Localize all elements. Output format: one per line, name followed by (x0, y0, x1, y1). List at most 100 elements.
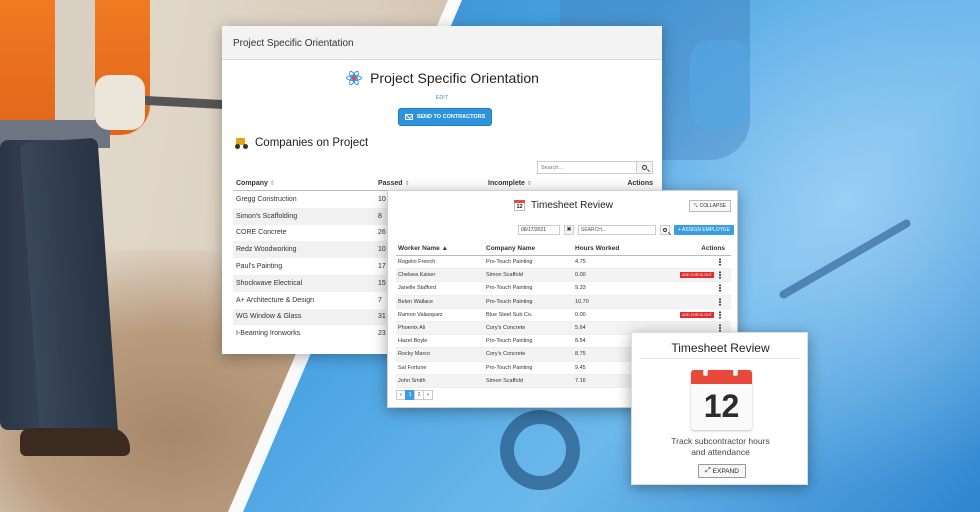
company-name: Pro-Touch Painting (486, 259, 533, 266)
worker-vest-stripe (55, 0, 95, 130)
search-icon (642, 165, 647, 170)
worker-name: Hazel Boyle (398, 338, 428, 345)
more-actions-icon[interactable] (719, 258, 721, 267)
timesheet-table-header: Worker Name ▲ Company Name Hours Worked … (396, 241, 731, 256)
calendar-icon: 12 (691, 370, 752, 430)
background-worker-arm (690, 40, 750, 130)
hours-worked: 0.00 (575, 311, 586, 318)
hours-worked: 9.33 (575, 285, 586, 292)
atom-icon (345, 69, 363, 87)
sort-icon: ⇕ (404, 181, 410, 187)
calendar-ring (703, 370, 708, 376)
sort-icon: ⇕ (526, 181, 532, 187)
add-check-out-button[interactable]: ADD CHECK-OUT (680, 311, 714, 318)
company-name: Shockwave Electrical (236, 279, 303, 287)
worker-name: Belen Wallace (398, 298, 433, 305)
company-name: Paul's Painting (236, 263, 283, 271)
hours-worked: 4.75 (575, 259, 586, 266)
widget-description-line: Track subcontractor hours (671, 436, 770, 446)
calendar-day: 12 (703, 388, 740, 424)
pagination-next[interactable]: » (423, 390, 433, 400)
more-actions-icon[interactable] (719, 310, 721, 319)
more-actions-icon[interactable] (719, 324, 721, 333)
company-name: Redz Woodworking (236, 246, 297, 254)
column-header-passed[interactable]: Passed ⇕ (378, 180, 488, 187)
more-actions-icon[interactable] (719, 297, 721, 306)
company-name: Pro-Touch Painting (486, 285, 533, 292)
collapse-button[interactable]: ⤡ COLLAPSE (688, 200, 731, 212)
company-name: WG Window & Glass (236, 313, 302, 321)
timesheet-heading: Timesheet Review (531, 200, 613, 211)
timesheet-widget-card: Timesheet Review 12 Track subcontractor … (631, 332, 808, 485)
company-name: CORE Concrete (236, 229, 287, 237)
assign-employee-button[interactable]: + ASSIGN EMPLOYEE (674, 225, 734, 235)
more-actions-icon[interactable] (719, 271, 721, 280)
column-header-hours-worked[interactable]: Hours Worked (575, 245, 670, 252)
company-name: Pro-Touch Painting (486, 338, 533, 345)
column-header-worker-name[interactable]: Worker Name ▲ (396, 245, 486, 252)
collapse-icon: ⤡ (693, 203, 698, 209)
send-to-contractors-button[interactable]: SEND TO CONTRACTORS (398, 108, 492, 126)
wheelbarrow-wheel (500, 410, 580, 490)
expand-button[interactable]: ⤢ EXPAND (698, 464, 746, 478)
orientation-heading: Project Specific Orientation (370, 70, 539, 86)
send-to-contractors-label: SEND TO CONTRACTORS (416, 114, 486, 120)
orientation-window-title: Project Specific Orientation (222, 26, 662, 60)
worker-name: Rocky Marco (398, 351, 431, 358)
date-input[interactable]: 06/17/2021 (518, 225, 560, 235)
add-check-out-button[interactable]: ADD CHECK-OUT (680, 272, 714, 279)
calendar-icon: 12 (514, 200, 526, 211)
tractor-icon (234, 137, 250, 149)
pagination: « 1 2 » (396, 390, 433, 400)
search-icon (663, 228, 667, 232)
company-name: Simon Scaffold (486, 272, 523, 279)
calendar-ring (733, 370, 738, 376)
worker-name: Chelsea Kaiser (398, 272, 436, 279)
table-row[interactable]: Ramon Valasquez Blue Steel Sub Co. 0.00 ADD… (396, 309, 731, 322)
worker-name: Rogelio French (398, 259, 436, 266)
companies-heading-row: Companies on Project (234, 137, 368, 149)
worker-glove (95, 75, 145, 130)
company-name: Cory's Concrete (486, 351, 526, 358)
expand-icon: ⤢ (705, 467, 711, 474)
worker-name: Phoenix Ali (398, 325, 426, 332)
companies-heading: Companies on Project (255, 137, 369, 149)
widget-title: Timesheet Review (671, 341, 770, 355)
worker-name: Sal Fortune (398, 364, 427, 371)
company-name: Simon's Scaffolding (236, 212, 298, 220)
hours-worked: 10.70 (575, 298, 589, 305)
sort-icon: ⇕ (269, 181, 275, 187)
timesheet-toolbar: 06/17/2021 ✖ SEARCH... + ASSIGN EMPLOYEE (518, 225, 734, 235)
widget-description-line: and attendance (691, 447, 750, 457)
timesheet-search-input[interactable]: SEARCH... (578, 225, 656, 235)
column-header-actions: Actions (701, 244, 725, 252)
column-header-company[interactable]: Company ⇕ (233, 180, 378, 187)
company-name: Pro-Touch Painting (486, 298, 533, 305)
table-row[interactable]: Chelsea Kaiser Simon Scaffold 0.00 ADD CHEC… (396, 269, 731, 283)
table-row[interactable]: Janelle Stafford Pro-Touch Painting 9.33 (396, 282, 731, 296)
calendar-icon-header (691, 370, 752, 384)
widget-divider (640, 358, 801, 359)
worker-name: Janelle Stafford (398, 285, 437, 292)
more-actions-icon[interactable] (719, 284, 721, 293)
company-name: Gregg Construction (236, 195, 297, 203)
clear-date-button[interactable]: ✖ (564, 225, 574, 235)
companies-search (537, 161, 653, 174)
timesheet-heading-row: 12 Timesheet Review (388, 200, 739, 211)
company-name: I-Beaming Ironworks (236, 330, 301, 338)
company-name: A+ Architecture & Design (236, 296, 315, 304)
worker-name: Ramon Valasquez (398, 311, 443, 318)
companies-search-button[interactable] (637, 161, 653, 174)
hours-worked: 0.00 (575, 272, 586, 279)
table-row[interactable]: Belen Wallace Pro-Touch Painting 10.70 (396, 295, 731, 309)
worker-boot (20, 428, 130, 456)
edit-link[interactable]: EDIT (222, 95, 662, 101)
column-header-incomplete[interactable]: Incomplete ⇕ (488, 180, 613, 187)
timesheet-search-button[interactable] (660, 225, 670, 235)
companies-search-input[interactable] (537, 161, 637, 174)
column-header-company-name[interactable]: Company Name (486, 245, 575, 252)
mail-icon (404, 114, 413, 120)
company-name: Blue Steel Sub Co. (486, 311, 533, 318)
table-row[interactable]: Rogelio French Pro-Touch Painting 4.75 (396, 256, 731, 270)
column-header-actions: Actions (627, 180, 653, 187)
